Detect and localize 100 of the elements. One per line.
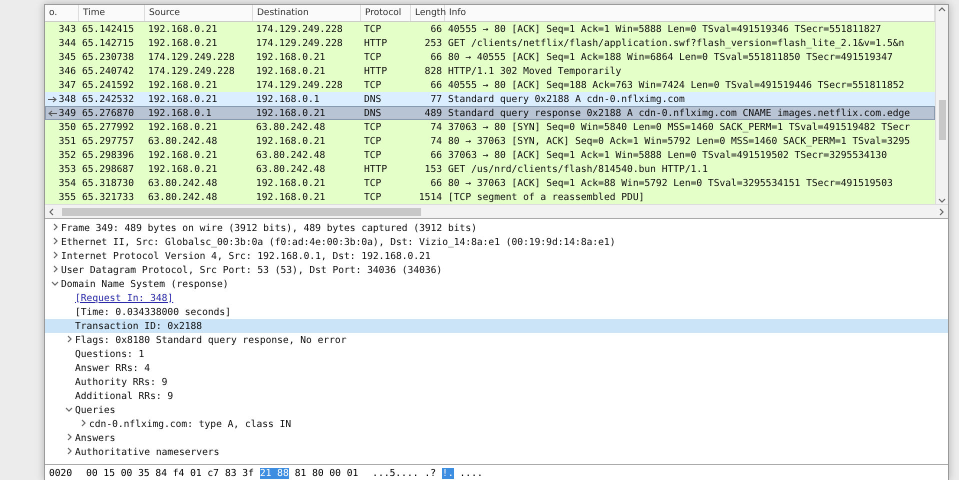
table-cell-text: 63.80.242.48 bbox=[147, 178, 218, 188]
table-cell-text: 37063 → 80 [SYN] Seq=0 Win=5840 Len=0 MSS=1460 SACK_PERM=1 TSval=491519482 TSecr bbox=[447, 122, 912, 132]
table-cell-text: 63.80.242.48 bbox=[147, 192, 218, 202]
packet-row[interactable]: 353 65.298687 192.168.0.21 63.80.242.48 HTTP 153 GET /us/nrd/clients/flash/814540.bun HTTP/1.1 bbox=[45, 162, 935, 176]
field-text: [Time: 0.034338000 seconds] bbox=[75, 306, 231, 318]
packet-row[interactable]: 344 65.142715 192.168.0.21 174.129.249.228 HTTP 253 GET /clients/netflix/flash/application.swf?flash_version=flash_lite_2.1&v=1.5&n bbox=[45, 36, 935, 50]
packet-row[interactable]: 350 65.277992 192.168.0.21 63.80.242.48 TCP 74 37063 → 80 [SYN] Seq=0 Win=5840 Len=0 MSS=1460 SACK_PERM=1 TSval=491519482 TSecr bbox=[45, 120, 935, 134]
table-cell-text: 1514 bbox=[418, 192, 443, 202]
tree-row[interactable]: Internet Protocol Version 4, Src: 192.168.0.1, Dst: 192.168.0.21 bbox=[45, 249, 948, 263]
table-cell-text: 65.242532 bbox=[81, 94, 135, 104]
tree-row[interactable]: Transaction ID: 0x2188 bbox=[45, 319, 948, 333]
table-cell: 351 bbox=[58, 136, 76, 146]
field-text: Answer RRs: 4 bbox=[75, 362, 150, 374]
scroll-down-icon[interactable] bbox=[938, 196, 946, 204]
table-cell-text: 74 bbox=[429, 122, 443, 132]
vertical-scrollbar[interactable] bbox=[935, 5, 948, 204]
packet-row[interactable]: 345 65.230738 174.129.249.228 192.168.0.21 TCP 66 80 → 40555 [ACK] Seq=1 Ack=188 Win=6864 Len=0 TSval=551811850 TSecr=491519347 bbox=[45, 50, 935, 64]
ascii-bytes[interactable]: ...5.... bbox=[372, 468, 419, 478]
scroll-up-icon[interactable] bbox=[938, 5, 946, 13]
table-cell: 347 bbox=[58, 80, 76, 90]
table-cell-text: 65.241592 bbox=[81, 80, 135, 90]
table-cell-text: 174.129.249.228 bbox=[147, 52, 236, 62]
table-cell-text: 65.297757 bbox=[81, 136, 135, 146]
tree-row[interactable]: Ethernet II, Src: Globalsc_00:3b:0a (f0:ad:4e:00:3b:0a), Dst: Vizio_14:8a:e1 (00:19:9d:14:8a:e1) bbox=[45, 235, 948, 249]
table-cell-text: 80 → 37063 [SYN, ACK] Seq=0 Ack=1 Win=5792 Len=0 MSS=1460 SACK_PERM=1 TSval=3295 bbox=[447, 136, 912, 146]
table-cell-text: TCP bbox=[363, 80, 382, 90]
ascii-bytes[interactable]: .... bbox=[460, 468, 483, 478]
table-cell-text: 65.142415 bbox=[81, 24, 135, 34]
tree-row[interactable]: Queries bbox=[45, 403, 948, 417]
packet-row[interactable]: 355 65.321733 63.80.242.48 192.168.0.21 TCP 1514 [TCP segment of a reassembled PDU] bbox=[45, 190, 935, 204]
table-cell-text: 192.168.0.21 bbox=[255, 178, 326, 188]
expand-icon[interactable] bbox=[65, 334, 73, 342]
column-header[interactable]: o. bbox=[45, 5, 79, 21]
tree-row[interactable]: Additional RRs: 9 bbox=[45, 389, 948, 403]
tree-row[interactable]: cdn-0.nflximg.com: type A, class IN bbox=[45, 417, 948, 431]
packet-row[interactable]: 347 65.241592 192.168.0.21 174.129.249.228 TCP 66 40555 → 80 [ACK] Seq=188 Ack=763 Win=7424 Len=0 TSval=491519446 TSecr=551811852 bbox=[45, 78, 935, 92]
scroll-left-icon[interactable] bbox=[48, 208, 56, 216]
field-text: Ethernet II, Src: Globalsc_00:3b:0a (f0:ad:4e:00:3b:0a), Dst: Vizio_14:8a:e1 (00:19:9d:14:8a:e1) bbox=[61, 236, 616, 248]
column-header[interactable]: Length bbox=[411, 5, 445, 21]
table-cell-text: DNS bbox=[363, 108, 382, 118]
packet-row[interactable]: 354 65.318730 63.80.242.48 192.168.0.21 TCP 66 80 → 37063 [ACK] Seq=1 Ack=88 Win=5792 Len=0 TSval=3295534151 TSecr=491519503 bbox=[45, 176, 935, 190]
table-cell-text: TCP bbox=[363, 122, 382, 132]
tree-row[interactable]: [Time: 0.034338000 seconds] bbox=[45, 305, 948, 319]
table-cell-text: [TCP segment of a reassembled PDU] bbox=[447, 192, 646, 202]
tree-row[interactable]: Answers bbox=[45, 431, 948, 445]
table-cell-text: TCP bbox=[363, 52, 382, 62]
table-cell-text: 65.321733 bbox=[81, 192, 135, 202]
collapse-icon[interactable] bbox=[51, 278, 59, 286]
table-cell-text: 192.168.0.21 bbox=[255, 52, 326, 62]
field-text: cdn-0.nflximg.com: type A, class IN bbox=[89, 418, 292, 430]
table-cell-text: 65.142715 bbox=[81, 38, 135, 48]
table-cell-text: HTTP bbox=[363, 164, 388, 174]
table-cell: 352 bbox=[58, 150, 76, 160]
packet-row[interactable]: 351 65.297757 63.80.242.48 192.168.0.21 TCP 74 80 → 37063 [SYN, ACK] Seq=0 Ack=1 Win=5792 Len=0 MSS=1460 SACK_PERM=1 TSval=3295 bbox=[45, 134, 935, 148]
request-link[interactable]: [Request In: 348] bbox=[75, 292, 174, 304]
field-text: Additional RRs: 9 bbox=[75, 390, 174, 402]
table-cell-text: HTTP/1.1 302 Moved Temporarily bbox=[447, 66, 622, 76]
column-header[interactable]: Protocol bbox=[361, 5, 411, 21]
table-cell-text: 40555 → 80 [ACK] Seq=1 Ack=1 Win=5888 Len=0 TSval=491519346 TSecr=551811827 bbox=[447, 24, 882, 34]
table-cell-text: TCP bbox=[363, 178, 382, 188]
column-header[interactable]: Time bbox=[79, 5, 145, 21]
table-cell-text: 192.168.0.21 bbox=[147, 150, 218, 160]
table-cell-text: DNS bbox=[363, 94, 382, 104]
tree-row[interactable]: User Datagram Protocol, Src Port: 53 (53), Dst Port: 34036 (34036) bbox=[45, 263, 948, 277]
packet-row[interactable]: 346 65.240742 174.129.249.228 192.168.0.21 HTTP 828 HTTP/1.1 302 Moved Temporarily bbox=[45, 64, 935, 78]
hex-bytes[interactable]: 83 3f bbox=[224, 468, 254, 478]
table-cell-text: 153 bbox=[424, 164, 443, 174]
tree-row[interactable]: [Request In: 348] bbox=[45, 291, 948, 305]
column-header[interactable]: Source bbox=[145, 5, 253, 21]
packet-row[interactable]: 343 65.142415 192.168.0.21 174.129.249.228 TCP 66 40555 → 80 [ACK] Seq=1 Ack=1 Win=5888 Len=0 TSval=491519346 TSecr=551811827 bbox=[45, 22, 935, 36]
byte-offset: 0020 bbox=[49, 468, 72, 478]
packet-row[interactable]: 352 65.298396 192.168.0.21 63.80.242.48 TCP 66 37063 → 80 [ACK] Seq=1 Ack=1 Win=5888 Len=0 TSval=491519502 TSecr=3295534130 bbox=[45, 148, 935, 162]
table-cell-text: 77 bbox=[429, 94, 443, 104]
tree-row[interactable]: Flags: 0x8180 Standard query response, No error bbox=[45, 333, 948, 347]
tree-row[interactable]: Frame 349: 489 bytes on wire (3912 bits), 489 bytes captured (3912 bits) bbox=[45, 221, 948, 235]
hex-bytes[interactable]: 00 15 00 35 84 f4 01 c7 bbox=[86, 468, 219, 478]
table-cell-text: 192.168.0.21 bbox=[147, 94, 218, 104]
collapse-icon[interactable] bbox=[65, 404, 73, 412]
table-cell-text: 66 bbox=[429, 80, 443, 90]
tree-row[interactable]: Authoritative nameservers bbox=[45, 445, 948, 459]
hex-bytes[interactable]: 81 80 00 01 bbox=[294, 468, 358, 478]
table-cell-text: GET /clients/netflix/flash/application.swf?flash_version=flash_lite_2.1&v=1.5&n bbox=[447, 38, 906, 48]
table-cell: 343 bbox=[58, 24, 76, 34]
packet-row[interactable]: 348 65.242532 192.168.0.21 192.168.0.1 DNS 77 Standard query 0x2188 A cdn-0.nflximg.com bbox=[45, 92, 935, 106]
tree-row[interactable]: Answer RRs: 4 bbox=[45, 361, 948, 375]
scrollbar-thumb[interactable] bbox=[938, 100, 946, 140]
table-cell: 346 bbox=[58, 66, 76, 76]
field-text: Internet Protocol Version 4, Src: 192.168.0.1, Dst: 192.168.0.21 bbox=[61, 250, 431, 262]
scrollbar-thumb[interactable] bbox=[62, 208, 421, 216]
table-cell-text: 74 bbox=[429, 136, 443, 146]
field-text: Transaction ID: 0x2188 bbox=[75, 320, 202, 332]
tree-row[interactable]: Domain Name System (response) bbox=[45, 277, 948, 291]
tree-row[interactable]: Authority RRs: 9 bbox=[45, 375, 948, 389]
ascii-bytes[interactable]: .? bbox=[424, 468, 436, 478]
table-cell-text: 65.276870 bbox=[81, 108, 135, 118]
scroll-right-icon[interactable] bbox=[937, 208, 945, 216]
horizontal-scrollbar[interactable] bbox=[45, 204, 948, 218]
packet-row[interactable]: 349 65.276870 192.168.0.1 192.168.0.21 DNS 489 Standard query response 0x2188 A cdn-0.nflximg.com CNAME images.netflix.com.edge bbox=[45, 106, 935, 120]
column-header[interactable]: Destination bbox=[253, 5, 361, 21]
tree-row[interactable]: Questions: 1 bbox=[45, 347, 948, 361]
